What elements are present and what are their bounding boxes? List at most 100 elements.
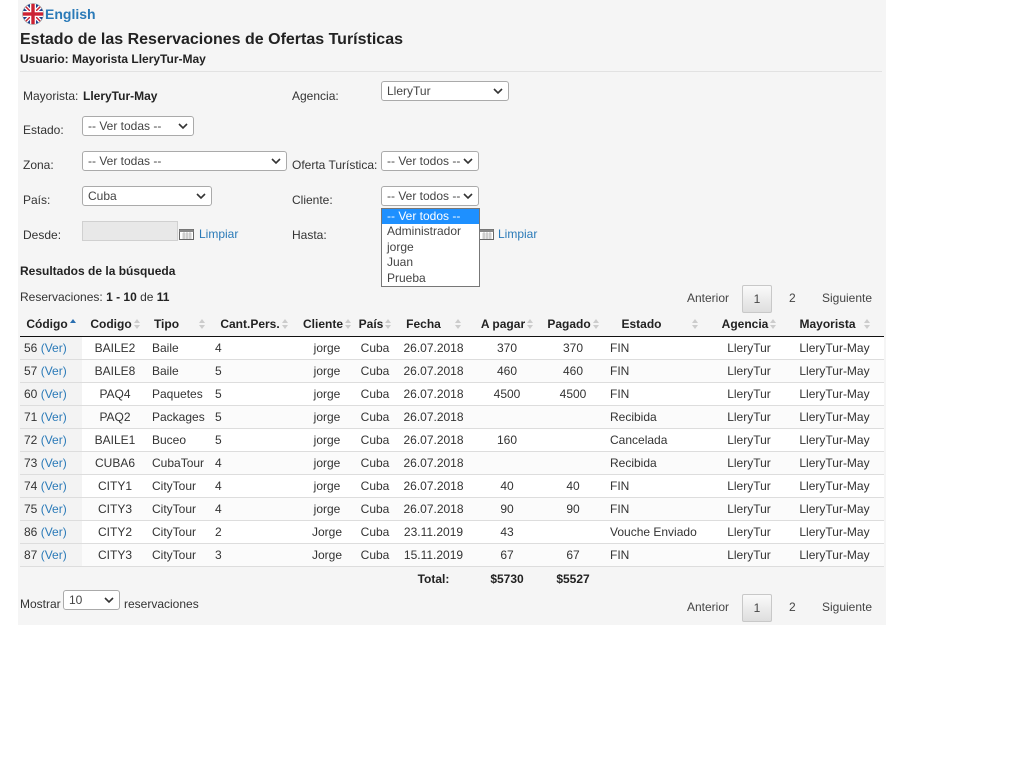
cell-fecha: 26.07.2018: [393, 497, 474, 521]
col-header-cliente[interactable]: Cliente: [297, 311, 357, 337]
page-1-button[interactable]: 1: [742, 285, 772, 313]
cell-mayorista: LleryTur-May: [785, 497, 884, 521]
cell-estado: Recibida: [606, 451, 713, 475]
col-header-pais[interactable]: País: [357, 311, 393, 337]
view-link[interactable]: (Ver): [41, 433, 67, 447]
cell-estado: Vouche Enviado: [606, 520, 713, 544]
sort-asc-icon: [69, 319, 76, 324]
chevron-down-icon: [178, 123, 188, 130]
calendar-icon[interactable]: [179, 229, 194, 240]
col-header-fecha[interactable]: Fecha: [393, 311, 474, 337]
view-link[interactable]: (Ver): [41, 387, 67, 401]
agencia-select[interactable]: LleryTur: [381, 81, 509, 101]
reservation-id: 87: [24, 548, 38, 562]
view-link[interactable]: (Ver): [41, 364, 67, 378]
page-2-button[interactable]: 2: [789, 291, 796, 305]
cell-tipo: CityTour: [148, 474, 211, 498]
col-header-a-pagar[interactable]: A pagar: [474, 311, 540, 337]
cell-tipo: CityTour: [148, 497, 211, 521]
total-label: Total:: [417, 572, 450, 586]
prev-page-button[interactable]: Anterior: [687, 291, 729, 305]
sort-icon: [454, 319, 461, 330]
cell-mayorista: LleryTur-May: [785, 520, 884, 544]
cell-tipo: CubaTour: [148, 451, 211, 475]
view-link[interactable]: (Ver): [41, 456, 67, 470]
cell-agencia: LleryTur: [713, 497, 785, 521]
desde-label: Desde:: [23, 228, 62, 242]
oferta-label: Oferta Turística:: [292, 158, 378, 172]
cell-agencia: LleryTur: [713, 336, 785, 360]
col-header-cant-pers[interactable]: Cant.Pers.: [211, 311, 297, 337]
view-link[interactable]: (Ver): [41, 548, 67, 562]
totals-row: Total: $5730 $5527: [20, 566, 884, 592]
cell-cant-pers: 3: [211, 543, 297, 567]
cliente-dropdown-list[interactable]: -- Ver todos -- Administrador jorge Juan…: [381, 208, 480, 287]
cell-pais: Cuba: [357, 336, 393, 360]
cell-cant-pers: 4: [211, 451, 297, 475]
hasta-clear-link[interactable]: Limpiar: [498, 227, 537, 241]
col-header-estado[interactable]: Estado: [606, 311, 713, 337]
sort-icon: [592, 319, 599, 330]
language-link[interactable]: English: [45, 6, 96, 22]
estado-select[interactable]: -- Ver todas --: [82, 116, 194, 136]
zona-select[interactable]: -- Ver todas --: [82, 151, 287, 171]
col-header-pagado[interactable]: Pagado: [540, 311, 606, 337]
page-size-value: 10: [69, 593, 83, 607]
cell-tipo: Baile: [148, 336, 211, 360]
sort-icon: [863, 319, 870, 330]
col-header-codigo-id[interactable]: Código: [20, 311, 82, 337]
page-1-button[interactable]: 1: [742, 594, 772, 622]
cell-pagado: 460: [540, 359, 606, 383]
uk-flag-icon[interactable]: [22, 3, 44, 25]
col-header-agencia[interactable]: Agencia: [713, 311, 785, 337]
cell-cliente: jorge: [297, 474, 357, 498]
cell-pagado: 40: [540, 474, 606, 498]
cell-mayorista: LleryTur-May: [785, 359, 884, 383]
cell-pagado: 67: [540, 543, 606, 567]
cell-tipo: Packages: [148, 405, 211, 429]
sort-icon: [199, 319, 206, 330]
col-header-mayorista[interactable]: Mayorista: [785, 311, 884, 337]
oferta-select[interactable]: -- Ver todos --: [381, 151, 479, 171]
reservation-id: 60: [24, 387, 38, 401]
zona-label: Zona:: [23, 158, 54, 172]
cell-cliente: jorge: [297, 497, 357, 521]
page-size-select[interactable]: 10: [63, 590, 120, 610]
show-suffix: reservaciones: [124, 597, 199, 611]
cell-pais: Cuba: [357, 474, 393, 498]
view-link[interactable]: (Ver): [41, 410, 67, 424]
next-page-button[interactable]: Siguiente: [822, 291, 872, 305]
cell-estado: FIN: [606, 382, 713, 406]
dropdown-option[interactable]: Prueba: [382, 271, 479, 286]
view-link[interactable]: (Ver): [41, 479, 67, 493]
calendar-icon[interactable]: [479, 229, 494, 240]
cell-codigo: CUBA6: [82, 451, 148, 475]
cell-a-pagar: 160: [474, 428, 540, 452]
next-page-button[interactable]: Siguiente: [822, 600, 872, 614]
dropdown-option[interactable]: Juan: [382, 255, 479, 270]
cell-fecha: 26.07.2018: [393, 336, 474, 360]
cell-estado: FIN: [606, 497, 713, 521]
mayorista-label: Mayorista:: [23, 89, 79, 103]
dropdown-option[interactable]: jorge: [382, 240, 479, 255]
view-link[interactable]: (Ver): [41, 502, 67, 516]
desde-date-input[interactable]: [82, 221, 178, 241]
view-link[interactable]: (Ver): [41, 525, 67, 539]
view-link[interactable]: (Ver): [41, 341, 67, 355]
cell-a-pagar: 40: [474, 474, 540, 498]
dropdown-option[interactable]: -- Ver todos --: [382, 209, 479, 225]
cliente-select[interactable]: -- Ver todos --: [381, 186, 479, 206]
cell-a-pagar: 460: [474, 359, 540, 383]
col-header-tipo[interactable]: Tipo: [148, 311, 211, 337]
user-subtitle: Usuario: Mayorista LleryTur-May: [20, 52, 206, 66]
cell-pagado: [540, 405, 606, 429]
col-header-codigo[interactable]: Codigo: [82, 311, 148, 337]
pais-select[interactable]: Cuba: [82, 186, 212, 206]
cell-fecha: 15.11.2019: [393, 543, 474, 567]
dropdown-option[interactable]: Administrador: [382, 224, 479, 239]
desde-clear-link[interactable]: Limpiar: [199, 227, 238, 241]
cell-id: 57 (Ver): [20, 359, 82, 383]
prev-page-button[interactable]: Anterior: [687, 600, 729, 614]
page-2-button[interactable]: 2: [789, 600, 796, 614]
cell-pais: Cuba: [357, 359, 393, 383]
